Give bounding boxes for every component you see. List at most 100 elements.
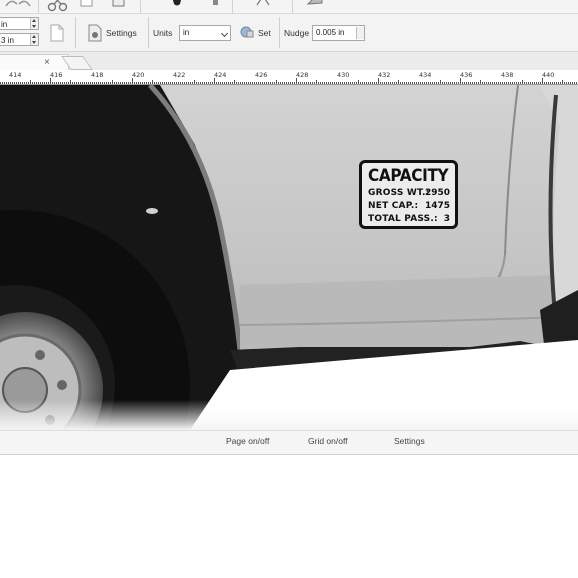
ruler-tick (242, 82, 243, 84)
nudge-spinbox[interactable]: 0.005 in (312, 25, 365, 41)
ruler-tick (250, 82, 251, 84)
paste-icon[interactable] (110, 0, 128, 12)
ruler-tick (546, 82, 547, 84)
ruler-tick (28, 82, 29, 84)
ruler-tick (252, 82, 253, 84)
ruler-tick (288, 82, 289, 84)
page-toggle-button[interactable]: Page on/off (226, 436, 269, 446)
ruler-tick (184, 82, 185, 84)
ruler-tick (536, 82, 537, 84)
ruler-tick (280, 82, 281, 84)
ruler-tick (402, 82, 403, 84)
node-tool-icon[interactable] (254, 0, 272, 12)
height-spin-arrows-icon[interactable] (30, 34, 38, 45)
width-spinbox[interactable]: in (0, 17, 39, 30)
ruler-tick (8, 82, 9, 84)
zoom-icon[interactable] (306, 0, 324, 12)
ruler-tick (576, 82, 577, 84)
copy-icon[interactable] (78, 0, 96, 12)
ruler-tick (176, 82, 177, 84)
ruler-tick (480, 80, 481, 84)
ruler-tick (312, 82, 313, 84)
width-spin-arrows-icon[interactable] (30, 18, 38, 29)
ruler-tick (4, 82, 5, 84)
close-tab-icon[interactable]: × (44, 57, 50, 68)
ruler-tick (166, 82, 167, 84)
decal-row-label: NET CAP.: (368, 201, 419, 211)
propbar-divider (279, 17, 280, 48)
ruler-tick (554, 82, 555, 84)
ruler-tick (524, 82, 525, 84)
ruler-tick (422, 82, 423, 84)
chevron-down-icon[interactable] (220, 29, 229, 38)
ruler-tick (340, 82, 341, 84)
ruler-tick (32, 82, 33, 84)
ruler-tick (336, 82, 337, 84)
ruler-tick (94, 82, 95, 84)
ruler-tick (550, 82, 551, 84)
ruler-tick (466, 82, 467, 84)
units-select[interactable]: in (179, 25, 231, 41)
ruler-tick (562, 80, 563, 84)
property-bar: in 3 in Settings Units in Set Nudge 0.00… (0, 14, 578, 52)
ruler-tick (458, 82, 459, 84)
ruler-tick (290, 82, 291, 84)
eyedropper-icon[interactable] (168, 0, 186, 12)
ruler-tick (394, 82, 395, 84)
ruler-tick (424, 82, 425, 84)
decal-row-label: GROSS WT.: (368, 188, 430, 198)
height-spinbox[interactable]: 3 in (0, 33, 39, 46)
ruler-tick (146, 82, 147, 84)
pen-tool-icon[interactable] (206, 0, 224, 12)
ruler-tick (22, 82, 23, 84)
ruler-tick (80, 82, 81, 84)
ruler-tick (520, 82, 521, 84)
ruler-tick (284, 82, 285, 84)
ruler-tick (64, 82, 65, 84)
new-page-icon[interactable] (48, 24, 66, 42)
ruler-tick (56, 82, 57, 84)
ruler-tick (384, 82, 385, 84)
set-units-icon[interactable] (240, 25, 254, 39)
ruler-tick (158, 82, 159, 84)
settings-button[interactable]: Settings (106, 28, 137, 38)
ruler-tick (558, 82, 559, 84)
ruler-tick (426, 82, 427, 84)
ruler-tick (136, 82, 137, 84)
ruler-tick (48, 82, 49, 84)
ruler-label: 434 (419, 71, 432, 79)
cut-icon[interactable] (46, 0, 70, 12)
bottom-settings-button[interactable]: Settings (394, 436, 425, 446)
ruler-tick (476, 82, 477, 84)
settings-page-icon[interactable] (86, 24, 104, 42)
units-label: Units (153, 28, 173, 38)
ruler-tick (200, 82, 201, 84)
ruler-tick (82, 82, 83, 84)
set-button[interactable]: Set (258, 28, 271, 38)
ruler-tick (498, 82, 499, 84)
ruler-tick (338, 82, 339, 84)
ruler-tick (306, 82, 307, 84)
ruler-tick (456, 82, 457, 84)
ruler-tick (400, 82, 401, 84)
ruler-label: 414 (9, 71, 22, 79)
ruler-tick (356, 82, 357, 84)
ruler-tick (182, 82, 183, 84)
ruler-tick (464, 82, 465, 84)
ruler-tick (528, 82, 529, 84)
ruler-tick (318, 82, 319, 84)
nudge-spin-arrows-icon[interactable] (356, 27, 364, 39)
document-tab[interactable]: × (0, 54, 69, 71)
ruler-tick (10, 82, 11, 84)
ruler-tick (46, 82, 47, 84)
grid-toggle-button[interactable]: Grid on/off (308, 436, 348, 446)
capacity-decal[interactable]: CAPACITY GROSS WT.: 2950 NET CAP.: 1475 … (359, 160, 458, 229)
ruler-tick (186, 82, 187, 84)
redo-icon[interactable] (16, 0, 34, 12)
ruler-label: 432 (378, 71, 391, 79)
ruler-tick (474, 82, 475, 84)
ruler-tick (564, 82, 565, 84)
ruler-tick (530, 82, 531, 84)
ruler-tick (418, 82, 419, 84)
design-canvas[interactable]: CAPACITY GROSS WT.: 2950 NET CAP.: 1475 … (0, 85, 578, 430)
